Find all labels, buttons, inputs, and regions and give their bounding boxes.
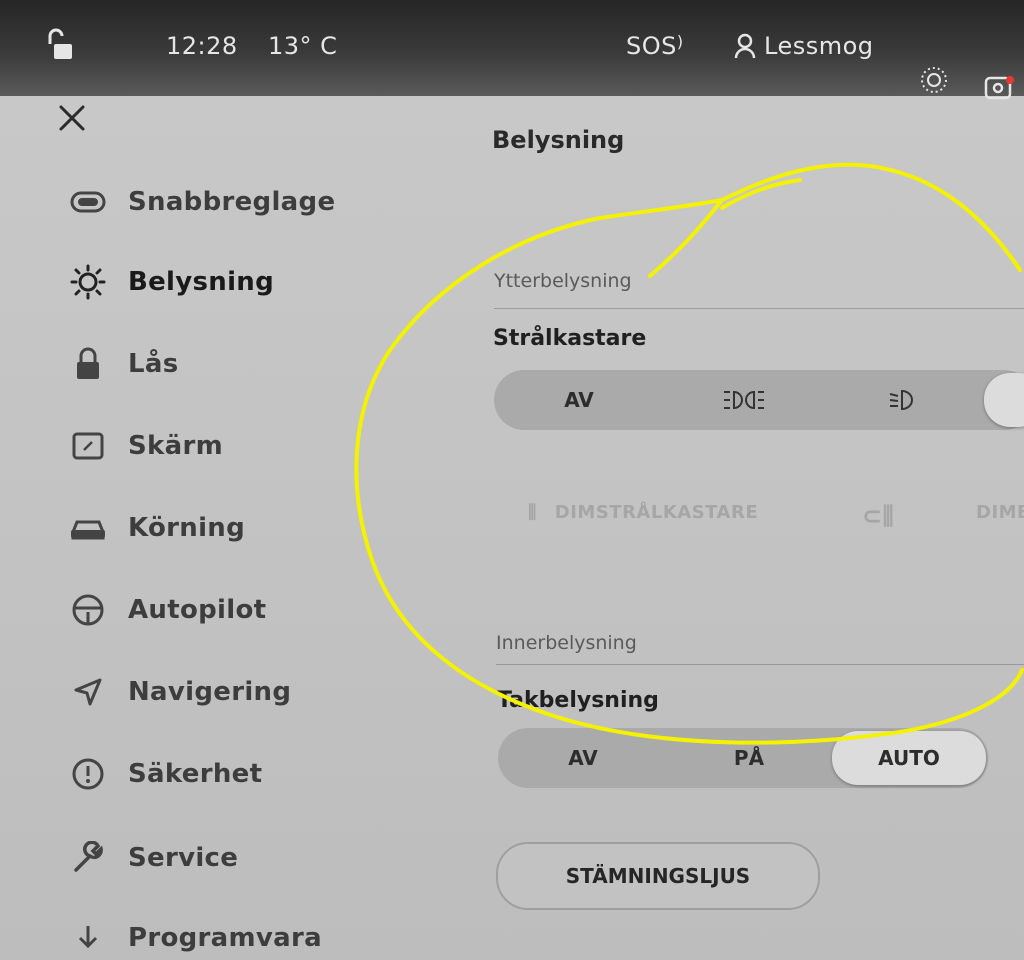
low-beam-option[interactable] xyxy=(824,370,984,430)
sidebar-item-skarm[interactable]: Skärm xyxy=(68,424,223,468)
headlights-off-option[interactable]: AV xyxy=(494,370,664,430)
option-label: PÅ xyxy=(733,746,765,770)
rear-fog-label[interactable]: DIMB xyxy=(976,502,1024,523)
sidebar-item-sakerhet[interactable]: Säkerhet xyxy=(68,752,262,796)
signal-icon: ) xyxy=(676,32,684,51)
sos-label: SOS xyxy=(626,32,677,60)
screen: 12:28 13° C SOS) Lessmog Snabbreglage Be… xyxy=(0,0,1024,953)
sidebar-item-las[interactable]: Lås xyxy=(68,342,179,386)
parking-lights-option[interactable] xyxy=(664,370,824,430)
option-label: AUTO xyxy=(878,746,940,770)
sidebar-item-label: Navigering xyxy=(128,677,292,707)
sidebar-item-label: Belysning xyxy=(128,267,275,297)
parking-lights-icon xyxy=(724,390,764,410)
steering-wheel-icon xyxy=(68,592,108,628)
light-dots-icon[interactable] xyxy=(918,64,950,96)
wrench-icon xyxy=(68,840,108,876)
person-icon xyxy=(734,33,756,59)
sos-button[interactable]: SOS) xyxy=(626,32,684,60)
alert-circle-icon xyxy=(68,756,108,792)
page-title: Belysning xyxy=(492,126,625,154)
ceiling-on-option[interactable]: PÅ xyxy=(668,728,830,788)
profile-name: Lessmog xyxy=(764,32,874,60)
exterior-section-label: Ytterbelysning xyxy=(494,270,632,292)
toggle-icon xyxy=(68,184,108,220)
headlights-title: Strålkastare xyxy=(493,326,647,351)
navigation-arrow-icon xyxy=(68,674,108,710)
divider xyxy=(494,308,1024,309)
interior-section-label: Innerbelysning xyxy=(496,632,637,654)
sidebar-item-label: Körning xyxy=(128,513,246,543)
fog-icon: ⫼ xyxy=(528,502,537,523)
sidebar-item-label: Autopilot xyxy=(128,595,267,625)
sidebar-item-programvara[interactable]: Programvara xyxy=(68,916,322,960)
sidebar-item-autopilot[interactable]: Autopilot xyxy=(68,588,266,632)
sidebar-item-label: Skärm xyxy=(128,431,223,461)
auto-option[interactable] xyxy=(984,373,1024,427)
option-label: AV xyxy=(568,746,598,770)
ceiling-lights-title: Takbelysning xyxy=(497,688,659,713)
fog-lights-label: DIMSTRÅLKASTARE xyxy=(554,502,759,523)
ceiling-lights-segmented-control: AV PÅ AUTO xyxy=(498,728,988,788)
divider xyxy=(496,664,1024,665)
sidebar-item-service[interactable]: Service xyxy=(68,836,238,880)
option-label: AV xyxy=(564,388,594,412)
ceiling-auto-option[interactable]: AUTO xyxy=(832,731,986,785)
headlights-segmented-control: AV xyxy=(494,370,1024,430)
sidebar-item-label: Snabbreglage xyxy=(128,187,336,217)
rear-fog-icon[interactable]: ⊂⫼ xyxy=(862,502,894,530)
light-bulb-icon xyxy=(68,264,108,300)
fog-lights-button[interactable]: ⫼ DIMSTRÅLKASTARE xyxy=(528,502,758,523)
ambient-lighting-button[interactable]: STÄMNINGSLJUS xyxy=(496,842,820,910)
dashcam-icon[interactable] xyxy=(984,74,1018,102)
ceiling-off-option[interactable]: AV xyxy=(498,728,668,788)
unlocked-icon[interactable] xyxy=(44,28,74,62)
display-icon xyxy=(68,428,108,464)
close-icon[interactable] xyxy=(58,104,86,132)
download-icon xyxy=(68,920,108,956)
sidebar-item-navigering[interactable]: Navigering xyxy=(68,670,291,714)
profile-button[interactable]: Lessmog xyxy=(734,32,874,60)
status-bar: 12:28 13° C SOS) Lessmog xyxy=(0,0,1024,100)
outside-temperature: 13° C xyxy=(268,32,338,60)
sidebar-item-label: Säkerhet xyxy=(128,759,263,789)
low-beam-icon xyxy=(889,389,913,411)
sidebar-item-snabbreglage[interactable]: Snabbreglage xyxy=(68,180,335,224)
clock: 12:28 xyxy=(166,32,238,60)
lock-icon xyxy=(68,346,108,382)
ambient-lighting-label: STÄMNINGSLJUS xyxy=(565,864,751,888)
sidebar-item-label: Service xyxy=(128,843,239,873)
sidebar-item-label: Lås xyxy=(128,349,179,379)
car-icon xyxy=(68,510,108,546)
sidebar-item-belysning[interactable]: Belysning xyxy=(68,260,274,304)
sidebar-item-korning[interactable]: Körning xyxy=(68,506,245,550)
sidebar-item-label: Programvara xyxy=(128,923,322,953)
